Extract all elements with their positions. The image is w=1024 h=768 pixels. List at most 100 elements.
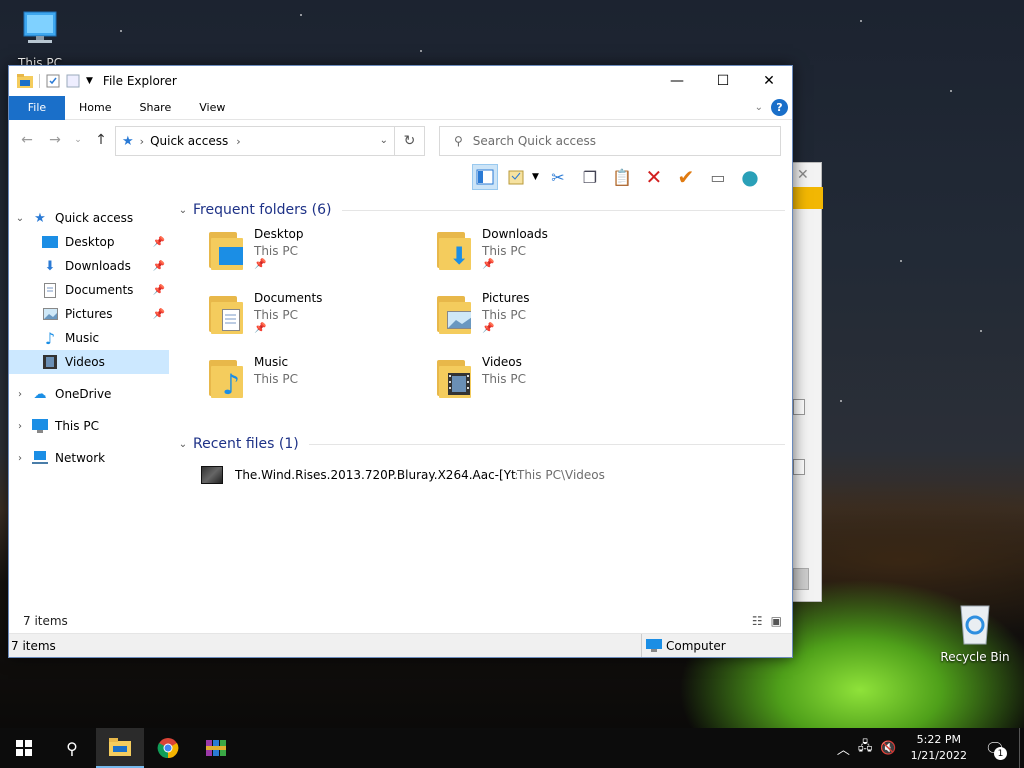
chevron-down-icon[interactable]: ⌄ [13, 213, 27, 224]
back-button[interactable]: ← [17, 132, 37, 148]
chevron-down-icon[interactable]: ▼ [532, 172, 539, 182]
desktop-icon-recycle-bin[interactable]: Recycle Bin [940, 600, 1010, 664]
folder-tile-music[interactable]: ♪ Music This PC [209, 355, 429, 410]
taskbar-chrome[interactable] [144, 728, 192, 768]
network-icon [31, 450, 49, 466]
address-dropdown-icon[interactable]: ⌄ [380, 135, 388, 146]
up-button[interactable]: ↑ [91, 132, 111, 148]
globe-button[interactable]: ● [737, 164, 763, 190]
dropdown-edge[interactable] [793, 459, 805, 475]
layout-pane-button[interactable] [472, 164, 498, 190]
folder-tile-documents[interactable]: Documents This PC 📌 [209, 291, 429, 346]
desktop-icon-this-pc[interactable]: This PC [12, 8, 68, 70]
group-title: Frequent folders (6) [193, 202, 332, 218]
tab-share[interactable]: Share [125, 96, 185, 120]
sidebar-item-onedrive[interactable]: › ☁ OneDrive [9, 382, 169, 406]
sidebar-item-desktop[interactable]: Desktop 📌 [9, 230, 169, 254]
sidebar-item-label: Documents [65, 283, 134, 297]
chevron-right-icon[interactable]: › [13, 453, 27, 464]
expand-ribbon-icon[interactable]: ⌄ [755, 102, 763, 113]
breadcrumb-chevron-icon[interactable]: › [236, 135, 240, 148]
cut-button[interactable]: ✂ [545, 164, 571, 190]
sidebar-item-this-pc[interactable]: › This PC [9, 414, 169, 438]
breadcrumb-separator-icon[interactable]: › [140, 135, 144, 148]
volume-muted-icon[interactable]: 🔇 [880, 741, 896, 756]
help-icon[interactable]: ? [771, 99, 788, 116]
status-zone: Computer [641, 634, 791, 657]
maximize-button[interactable]: ☐ [700, 66, 746, 96]
recent-locations-icon[interactable]: ⌄ [73, 135, 83, 145]
sidebar-item-documents[interactable]: Documents 📌 [9, 278, 169, 302]
archive-icon [206, 740, 226, 756]
recent-file-row[interactable]: The.Wind.Rises.2013.720P.Bluray.X264.Aac… [173, 460, 785, 490]
recent-file-name: The.Wind.Rises.2013.720P.Bluray.X264.Aac… [235, 468, 517, 482]
tab-view[interactable]: View [185, 96, 239, 120]
document-icon [41, 282, 59, 298]
sidebar-item-network[interactable]: › Network [9, 446, 169, 470]
breadcrumb-quick-access[interactable]: Quick access [150, 134, 228, 148]
address-bar[interactable]: ★ › Quick access › ⌄ ↻ [115, 126, 425, 156]
chevron-up-icon[interactable]: ︿ [837, 739, 850, 758]
details-view-icon[interactable]: ☷ [752, 614, 763, 628]
copy-button[interactable]: ❐ [577, 164, 603, 190]
folder-icon[interactable] [17, 74, 33, 88]
folder-icon [109, 738, 131, 756]
start-button[interactable] [0, 728, 48, 768]
view-switcher: ☷ ▣ [752, 614, 782, 628]
sidebar-item-label: OneDrive [55, 387, 112, 401]
forward-button[interactable]: → [45, 132, 65, 148]
folder-tile-pictures[interactable]: Pictures This PC 📌 [437, 291, 657, 346]
sidebar-item-pictures[interactable]: Pictures 📌 [9, 302, 169, 326]
search-input[interactable]: Search Quick access [473, 134, 596, 148]
close-button[interactable]: ✕ [746, 66, 792, 96]
select-button[interactable]: ✔ [673, 164, 699, 190]
sidebar-item-label: Downloads [65, 259, 131, 273]
cut-icon: ✂ [551, 167, 565, 187]
properties-button[interactable] [504, 164, 530, 190]
rename-button[interactable]: ▭ [705, 164, 731, 190]
search-box[interactable]: ⚲ Search Quick access [439, 126, 781, 156]
folder-tile-videos[interactable]: Videos This PC [437, 355, 657, 410]
close-icon[interactable]: ✕ [797, 167, 809, 183]
frequent-folders-grid: Desktop This PC 📌 ⬇ Downloads This PC 📌 [173, 222, 785, 432]
tab-home[interactable]: Home [65, 96, 125, 120]
status-computer-label: Computer [666, 638, 726, 653]
chevron-right-icon[interactable]: › [13, 389, 27, 400]
taskbar-archive-app[interactable] [192, 728, 240, 768]
new-folder-icon[interactable] [66, 74, 80, 88]
tab-file[interactable]: File [9, 95, 65, 120]
paste-button[interactable]: 📋 [609, 164, 635, 190]
sidebar-item-quick-access[interactable]: ⌄ ★ Quick access [9, 206, 169, 230]
large-icons-view-icon[interactable]: ▣ [771, 614, 782, 628]
chevron-down-icon[interactable]: ▼ [86, 76, 93, 86]
chevron-down-icon[interactable]: ⌄ [175, 205, 191, 216]
refresh-button[interactable]: ↻ [394, 127, 424, 155]
taskbar-file-explorer[interactable] [96, 728, 144, 768]
sidebar-item-music[interactable]: ♪ Music [9, 326, 169, 350]
delete-button[interactable]: ✕ [641, 164, 667, 190]
clock[interactable]: 5:22 PM 1/21/2022 [911, 732, 967, 764]
chevron-down-icon[interactable]: ⌄ [175, 439, 191, 450]
chevron-right-icon[interactable]: › [13, 421, 27, 432]
search-button[interactable]: ⚲ [48, 728, 96, 768]
window-title: File Explorer [102, 74, 177, 88]
folder-location: This PC [482, 372, 526, 386]
minimize-button[interactable]: — [654, 66, 700, 96]
folder-icon: ⬇ [437, 228, 473, 272]
sidebar-item-downloads[interactable]: ⬇ Downloads 📌 [9, 254, 169, 278]
frequent-folders-header[interactable]: ⌄ Frequent folders (6) [173, 198, 785, 222]
video-thumbnail-icon [201, 466, 223, 484]
sidebar-item-videos[interactable]: Videos [9, 350, 169, 374]
dropdown-edge[interactable] [793, 399, 805, 415]
folder-tile-desktop[interactable]: Desktop This PC 📌 [209, 227, 429, 282]
folder-location: This PC [254, 372, 298, 386]
title-bar[interactable]: ▼ File Explorer — ☐ ✕ [9, 66, 792, 96]
folder-tile-downloads[interactable]: ⬇ Downloads This PC 📌 [437, 227, 657, 282]
network-icon[interactable]: 🖧 [858, 737, 873, 759]
button-edge[interactable] [793, 568, 809, 590]
properties-icon[interactable] [46, 74, 60, 88]
notification-button[interactable]: 🗨 1 [981, 734, 1009, 762]
globe-icon: ● [741, 165, 759, 189]
recent-files-header[interactable]: ⌄ Recent files (1) [173, 432, 785, 456]
show-desktop-button[interactable] [1019, 728, 1024, 768]
